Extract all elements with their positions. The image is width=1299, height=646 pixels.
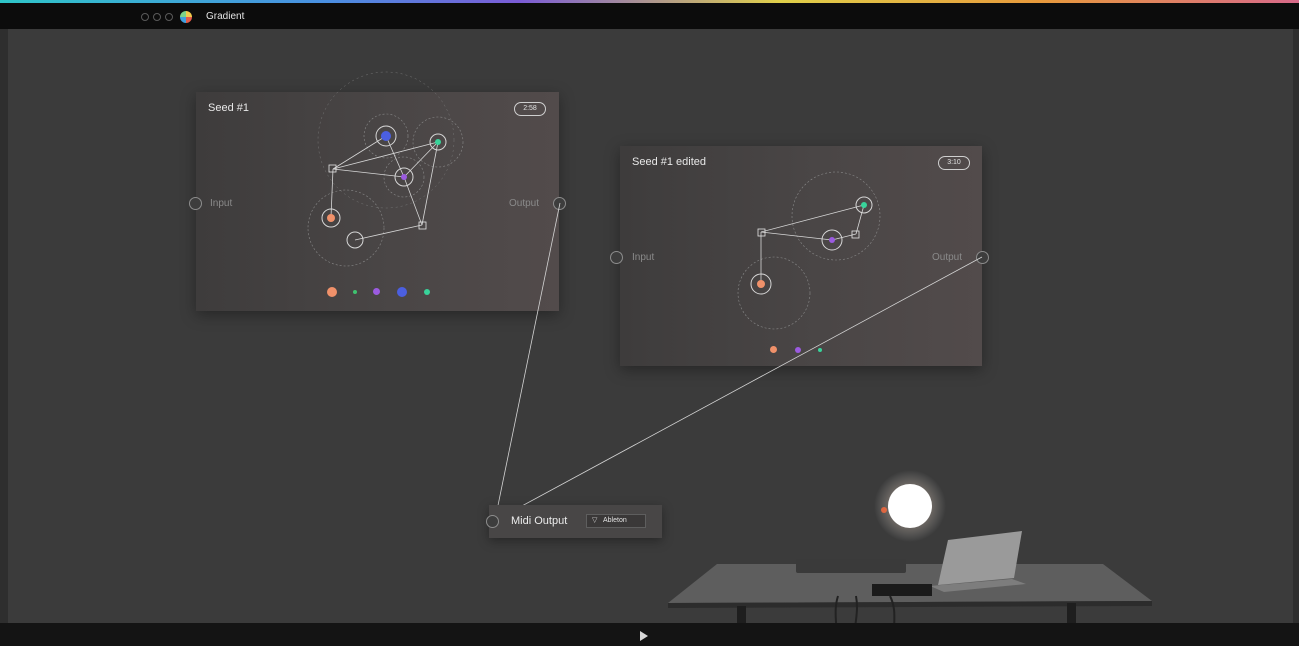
sequence-dot xyxy=(424,289,430,295)
sequence-dot xyxy=(818,348,822,352)
sequence-dot xyxy=(327,287,337,297)
seed-graph[interactable] xyxy=(620,146,982,366)
output-label: Output xyxy=(932,252,963,263)
output-label: Output xyxy=(509,198,540,209)
output-port[interactable] xyxy=(976,251,989,264)
triangle-down-icon: ▽ xyxy=(592,517,598,524)
input-label: Input xyxy=(210,198,233,209)
sequence-dot xyxy=(397,287,407,297)
midi-output-node[interactable]: Midi Output ▽ Ableton xyxy=(486,505,662,538)
input-label: Input xyxy=(632,252,655,263)
sequence-dot xyxy=(373,288,380,295)
app-window: Gradient Seed #1 2:58 Input Output Seed … xyxy=(0,0,1299,646)
midi-output-label: Midi Output xyxy=(511,515,568,527)
sequence-dot xyxy=(770,346,777,353)
input-port[interactable] xyxy=(610,251,623,264)
seed-graph[interactable] xyxy=(196,71,559,311)
midi-input-port[interactable] xyxy=(486,515,499,528)
transport-bar xyxy=(0,623,1299,646)
midi-device-value: Ableton xyxy=(603,517,627,524)
laptop-illustration xyxy=(930,531,1026,592)
input-port[interactable] xyxy=(189,197,202,210)
seed-node[interactable]: Seed #1 2:58 Input Output xyxy=(189,71,566,311)
midi-device-dropdown[interactable]: ▽ Ableton xyxy=(586,514,646,528)
lamp-icon xyxy=(874,470,946,542)
sequence-dot xyxy=(353,290,357,294)
play-icon[interactable] xyxy=(640,631,648,641)
seed-node[interactable]: Seed #1 edited 3:10 Input Output xyxy=(610,146,989,366)
sequence-dot xyxy=(795,347,801,353)
output-port[interactable] xyxy=(553,197,566,210)
